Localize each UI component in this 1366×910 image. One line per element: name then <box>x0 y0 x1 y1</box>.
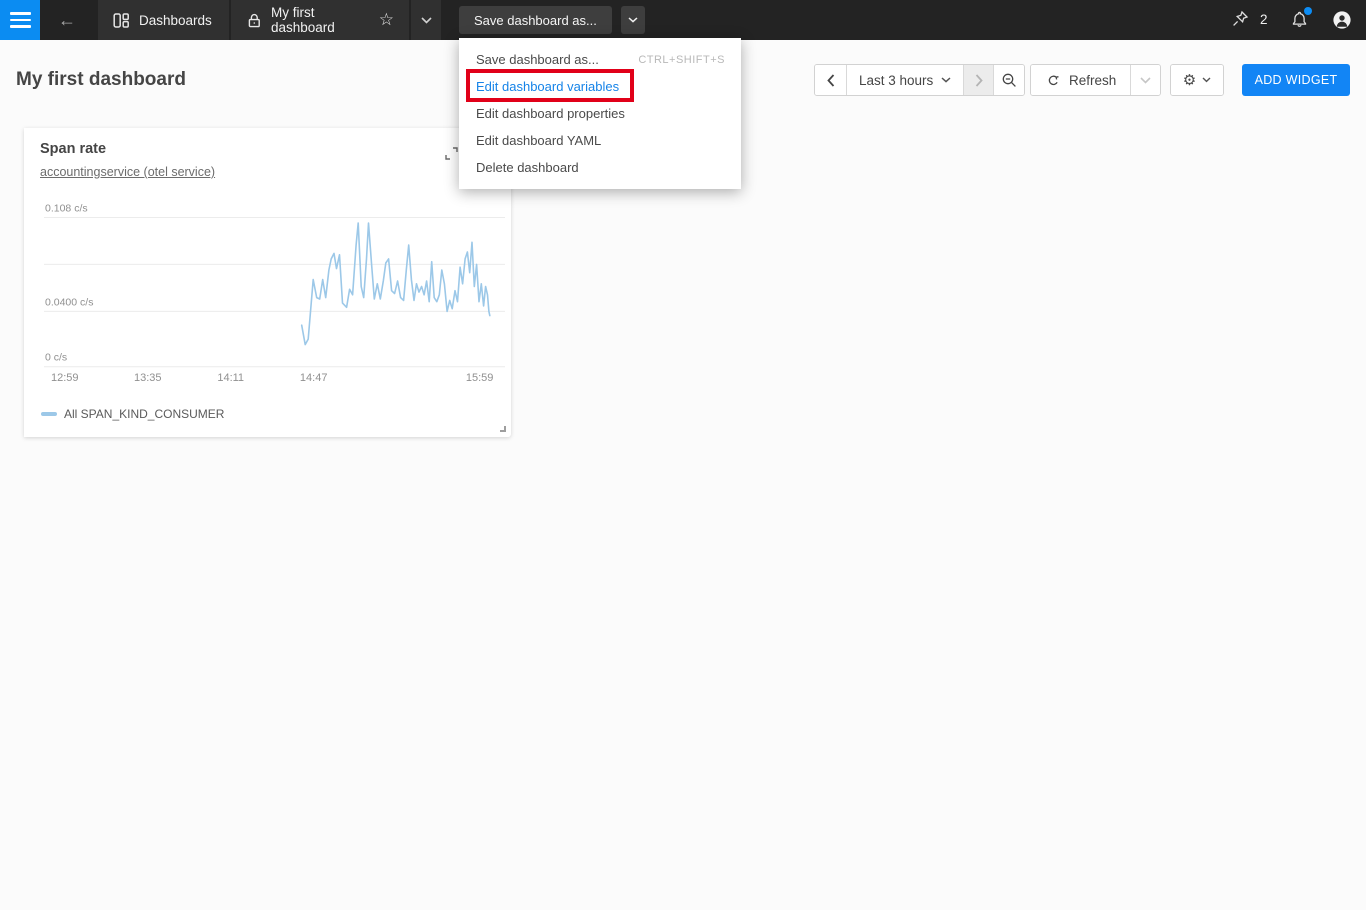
chevron-left-icon <box>827 74 835 87</box>
pinned-items-button[interactable] <box>1231 10 1249 30</box>
back-button[interactable]: ← <box>52 5 82 35</box>
save-dashboard-as-button[interactable]: Save dashboard as... <box>459 6 612 34</box>
dashboards-grid-icon <box>113 12 130 29</box>
notification-dot <box>1304 7 1312 15</box>
span-rate-chart[interactable]: 0.108 c/s 0.0400 c/s 0 c/s 12:59 13:35 14:11 1… <box>24 128 511 437</box>
menu-item-label: Save dashboard as... <box>476 52 599 67</box>
svg-text:12:59: 12:59 <box>51 372 79 384</box>
svg-text:13:35: 13:35 <box>134 372 162 384</box>
menu-item-edit-dashboard-variables[interactable]: Edit dashboard variables <box>459 73 741 100</box>
svg-text:15:59: 15:59 <box>466 372 494 384</box>
menu-item-label: Edit dashboard variables <box>476 79 619 94</box>
timeframe-selector-group: Last 3 hours <box>814 64 1025 96</box>
menu-item-label: Edit dashboard YAML <box>476 133 601 148</box>
refresh-icon <box>1045 72 1061 88</box>
legend-swatch <box>41 412 57 416</box>
tab-dashboards-label: Dashboards <box>139 13 212 28</box>
keyboard-shortcut: CTRL+SHIFT+S <box>638 54 725 66</box>
save-options-chevron-button[interactable] <box>621 6 645 34</box>
zoom-out-timeframe-button[interactable] <box>993 65 1024 95</box>
notifications-button[interactable] <box>1290 10 1309 30</box>
chevron-down-icon <box>941 77 951 83</box>
tab-current-label: My first dashboard <box>271 5 368 35</box>
back-arrow-icon: ← <box>58 10 76 30</box>
settings-dropdown-button[interactable]: ⚙ <box>1171 65 1223 95</box>
tile-resize-handle[interactable] <box>500 426 506 432</box>
timeframe-label: Last 3 hours <box>859 73 933 88</box>
top-navbar: ← Dashboards My first dashboard ☆ <box>0 0 1366 40</box>
svg-text:0 c/s: 0 c/s <box>45 352 67 364</box>
refresh-group: Refresh <box>1030 64 1161 96</box>
pinned-items-count: 2 <box>1260 12 1268 27</box>
lock-icon <box>246 12 262 29</box>
dashboard-settings-group: ⚙ <box>1170 64 1224 96</box>
page-title: My first dashboard <box>16 69 186 91</box>
svg-text:0.0400 c/s: 0.0400 c/s <box>45 296 93 308</box>
menu-item-save-dashboard-as[interactable]: Save dashboard as... CTRL+SHIFT+S <box>459 46 741 73</box>
menu-item-label: Delete dashboard <box>476 160 579 175</box>
chevron-down-icon <box>421 17 432 24</box>
menu-item-delete-dashboard[interactable]: Delete dashboard <box>459 154 741 181</box>
refresh-label: Refresh <box>1069 73 1116 88</box>
menu-item-edit-dashboard-yaml[interactable]: Edit dashboard YAML <box>459 127 741 154</box>
legend-label: All SPAN_KIND_CONSUMER <box>64 407 224 421</box>
tab-dashboards[interactable]: Dashboards <box>98 0 229 40</box>
timeframe-previous-button[interactable] <box>815 65 846 95</box>
zoom-out-icon <box>1001 72 1018 89</box>
add-widget-button[interactable]: ADD WIDGET <box>1242 64 1350 96</box>
favorite-star-icon[interactable]: ☆ <box>379 10 394 30</box>
gear-icon: ⚙ <box>1183 71 1196 89</box>
hamburger-menu-button[interactable] <box>0 0 40 40</box>
legend-item[interactable]: All SPAN_KIND_CONSUMER <box>41 407 224 421</box>
svg-text:0.108 c/s: 0.108 c/s <box>45 202 88 214</box>
refresh-button[interactable]: Refresh <box>1031 65 1130 95</box>
chevron-down-icon <box>628 17 638 23</box>
auto-refresh-chevron-button[interactable] <box>1130 65 1160 95</box>
timeframe-next-button[interactable] <box>963 65 993 95</box>
svg-text:14:47: 14:47 <box>300 372 328 384</box>
menu-item-label: Edit dashboard properties <box>476 106 625 121</box>
user-avatar-button[interactable] <box>1332 10 1352 30</box>
span-rate-tile: Span rate accountingservice (otel servic… <box>24 128 511 437</box>
avatar-icon <box>1332 10 1352 30</box>
chevron-down-icon <box>1140 77 1151 84</box>
save-dashboard-menu: Save dashboard as... CTRL+SHIFT+S Edit d… <box>459 38 741 189</box>
svg-text:14:11: 14:11 <box>217 372 244 384</box>
chevron-right-icon <box>975 74 983 87</box>
chevron-down-icon <box>1202 77 1211 83</box>
menu-item-edit-dashboard-properties[interactable]: Edit dashboard properties <box>459 100 741 127</box>
timeframe-dropdown[interactable]: Last 3 hours <box>846 65 963 95</box>
tab-list-chevron-button[interactable] <box>411 0 441 40</box>
pushpin-icon <box>1231 10 1249 28</box>
tab-my-first-dashboard[interactable]: My first dashboard ☆ <box>231 0 409 40</box>
